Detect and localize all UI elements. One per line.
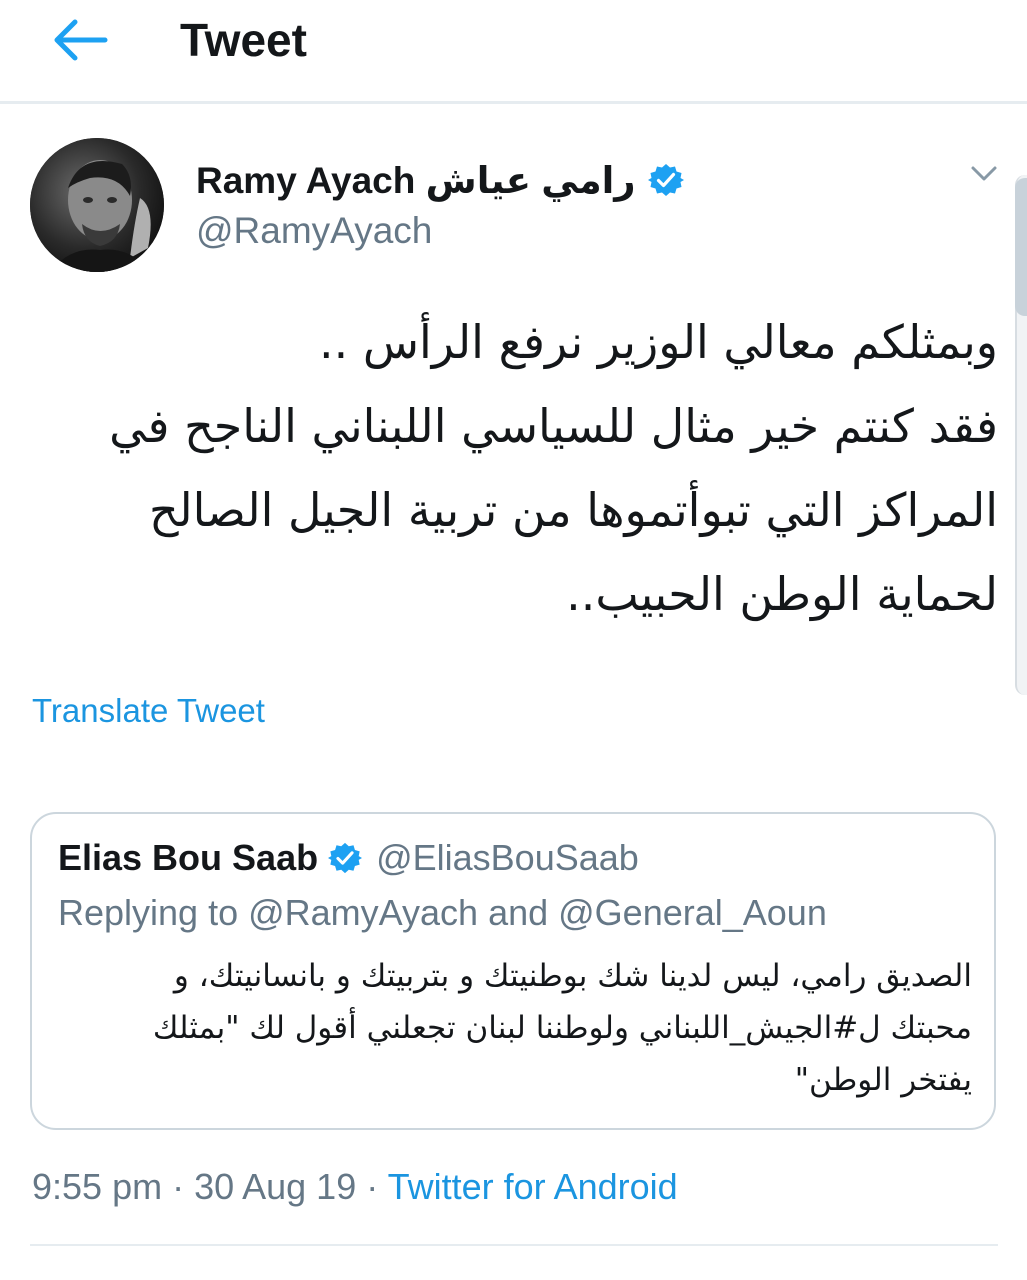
- arrow-left-icon: [54, 19, 108, 61]
- verified-badge-icon: [328, 842, 363, 874]
- tweet-options-button[interactable]: [962, 156, 1006, 192]
- author-handle[interactable]: @RamyAyach: [196, 210, 432, 252]
- tweet-text-line: فقد كنتم خير مثال للسياسي اللبناني الناج…: [109, 399, 998, 453]
- scrollbar-thumb[interactable]: [1015, 178, 1027, 316]
- tweet-text-line: وبمثلكم معالي الوزير نرفع الرأس ..: [318, 315, 998, 369]
- verified-badge-icon: [647, 164, 684, 196]
- tweet-source-link[interactable]: Twitter for Android: [388, 1166, 678, 1207]
- tweet-metadata: 9:55 pm · 30 Aug 19 · Twitter for Androi…: [32, 1166, 678, 1208]
- tweet-text-line: لحماية الوطن الحبيب..: [566, 567, 998, 621]
- tweet-body: وبمثلكم معالي الوزير نرفع الرأس .. فقد ك…: [30, 300, 998, 636]
- quoted-text-line: يفتخر الوطن": [794, 1062, 972, 1098]
- avatar-image: [30, 138, 164, 272]
- quoted-tweet-body: الصديق رامي، ليس لدينا شك بوطنيتك و بترب…: [58, 950, 972, 1106]
- quoted-author-handle: @EliasBouSaab: [376, 837, 639, 878]
- top-app-bar: Tweet: [0, 0, 1027, 104]
- quoted-author-name: Elias Bou Saab: [58, 837, 319, 878]
- quoted-text-line: محبتك ل#الجيش_اللبناني ولوطننا لبنان تجع…: [152, 1010, 972, 1046]
- tweet-text-line: المراكز التي تبوأتموها من تربية الجيل ال…: [148, 483, 998, 537]
- quoted-text-line: الصديق رامي، ليس لدينا شك بوطنيتك و بترب…: [173, 958, 972, 994]
- translate-tweet-link[interactable]: Translate Tweet: [32, 692, 265, 730]
- chevron-down-icon: [971, 166, 997, 181]
- divider: [30, 1244, 998, 1246]
- quoted-tweet-card[interactable]: Elias Bou Saab @EliasBouSaab Replying to…: [30, 812, 996, 1130]
- author-avatar[interactable]: [30, 138, 164, 272]
- tweet-timestamp: 9:55 pm · 30 Aug 19 ·: [32, 1166, 388, 1207]
- page-title: Tweet: [180, 14, 307, 66]
- back-button[interactable]: [40, 8, 120, 72]
- replying-to-text: Replying to @RamyAyach and @General_Aoun: [58, 892, 827, 933]
- quoted-tweet-header: Elias Bou Saab @EliasBouSaab: [58, 834, 639, 882]
- author-name-row: Ramy Ayach رامي عياش: [196, 152, 684, 208]
- author-display-name[interactable]: Ramy Ayach رامي عياش: [196, 159, 636, 202]
